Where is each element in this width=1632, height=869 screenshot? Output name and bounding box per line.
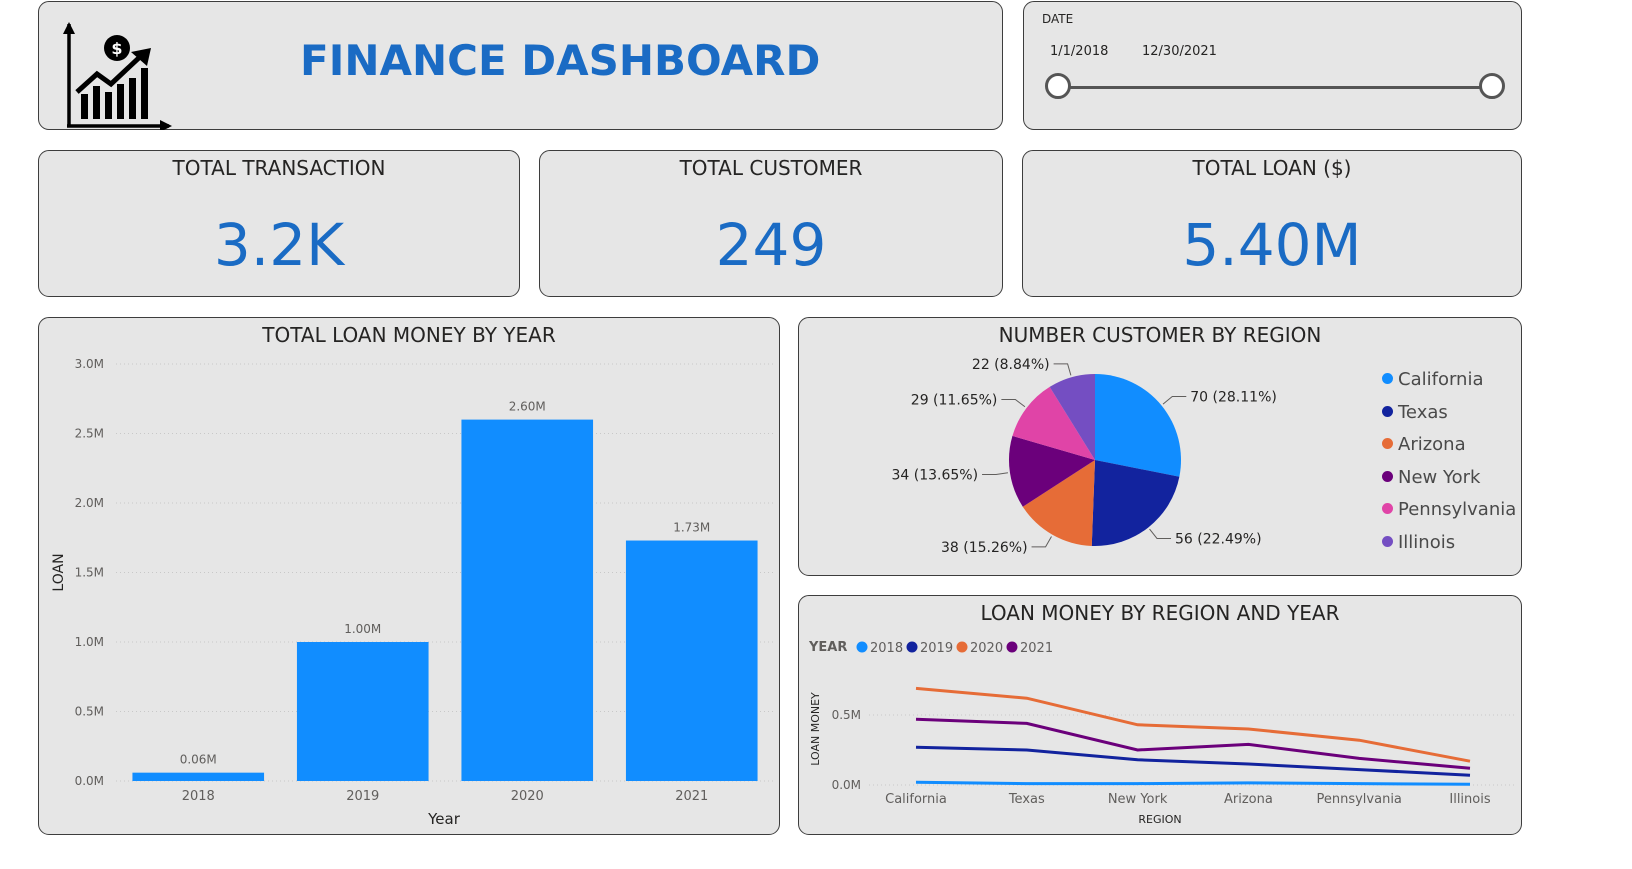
legend-dot [1382,438,1393,450]
line-chart: YEAR 2018 2019 2020 2021 0.0M 0.5M California Te… [808,640,1514,826]
legend-label: California [1398,369,1484,390]
x-tick-label: 2021 [675,789,708,804]
x-axis-title: Year [427,810,461,828]
y-tick-label: 0.0M [75,774,104,788]
pie-leader-line [982,472,1008,475]
y-tick-label: 0.0M [832,778,861,792]
x-tick-label: California [885,792,947,807]
kpi-value: 5.40M [1182,211,1362,279]
pie-data-label: 70 (28.11%) [1190,390,1277,406]
y-tick-label: 0.5M [75,705,104,719]
pie-data-label: 29 (11.65%) [911,392,998,408]
dashboard-title: FINANCE DASHBOARD [300,36,821,85]
pie-chart-card: NUMBER CUSTOMER BY REGION 70 (28.11%) 56 … [798,317,1522,576]
kpi-label: TOTAL TRANSACTION [172,156,386,180]
y-tick-label: 1.5M [75,566,104,580]
bar-chart-card: TOTAL LOAN MONEY BY YEAR 0.0M 0.5M 1.0M 1.5… [38,317,780,835]
y-tick-label: 2.5M [75,427,104,441]
legend-label: 2020 [970,641,1003,656]
x-tick-label: Illinois [1449,792,1490,807]
x-tick-label: 2018 [182,789,215,804]
x-tick-label: 2019 [346,789,379,804]
legend-item[interactable]: Pennsylvania [1382,499,1516,520]
legend-dot [856,641,868,653]
date-slicer-card: DATE 1/1/2018 12/30/2021 [1023,1,1522,130]
legend-dot [906,641,918,653]
finance-growth-icon: $ [63,22,172,130]
start-date-input[interactable]: 1/1/2018 [1044,40,1114,63]
bar-data-label: 1.73M [673,521,710,535]
y-tick-label: 2.0M [75,496,104,510]
pie-data-label: 56 (22.49%) [1175,531,1262,547]
pie-leader-line [1053,363,1072,376]
legend-item[interactable]: Arizona [1382,434,1466,455]
pie-leader-line [1031,536,1052,548]
bar-data-label: 1.00M [344,622,381,636]
y-tick-label: 1.0M [75,635,104,649]
kpi-card-total-customer: TOTAL CUSTOMER 249 [539,150,1003,297]
y-tick-label: 0.5M [832,708,861,722]
line-legend-title: YEAR [808,640,847,655]
bar [461,419,594,781]
legend-label: 2018 [870,641,903,656]
pie-leader-line [1162,396,1187,405]
y-axis-title: LOAN MONEY [809,692,822,766]
pie-leader-line [1149,528,1171,539]
x-tick-label: Arizona [1224,792,1273,807]
kpi-label: TOTAL LOAN ($) [1192,156,1352,180]
bar [296,642,429,781]
bar-data-label: 0.06M [180,753,217,767]
legend-label: Arizona [1398,434,1466,456]
x-tick-label: Texas [1008,792,1045,807]
pie-slice [1095,374,1181,477]
y-tick-label: 3.0M [75,357,104,371]
bar [625,540,758,781]
pie-data-label: 38 (15.26%) [941,540,1028,556]
kpi-value: 3.2K [213,211,345,279]
legend-label: 2019 [920,641,953,656]
legend-label: Illinois [1398,532,1456,553]
x-tick-label: New York [1108,792,1168,807]
bar [132,772,265,781]
date-slider-end-handle[interactable] [1479,73,1505,99]
date-slider-track[interactable] [1060,86,1492,89]
bar-data-label: 2.60M [509,400,546,414]
series-line [915,780,1471,786]
pie-data-label: 22 (8.84%) [972,357,1050,373]
legend-dot [1382,373,1393,384]
date-slider-start-handle[interactable] [1045,73,1071,99]
end-date-input[interactable]: 12/30/2021 [1136,40,1223,63]
legend-label: Pennsylvania [1398,499,1517,521]
bar-chart: 0.0M 0.5M 1.0M 1.5M 2.0M 2.5M 3.0M 0.06M 2018 1.0… [51,357,774,828]
legend-item[interactable]: Texas [1382,402,1448,423]
pie-leader-line [1001,398,1026,408]
kpi-card-total-transaction: TOTAL TRANSACTION 3.2K [38,150,520,297]
legend-item[interactable]: California [1382,369,1483,390]
x-axis-title: REGION [1138,813,1181,826]
date-slicer-label: DATE [1042,12,1074,26]
kpi-label: TOTAL CUSTOMER [679,156,863,180]
legend-label: Texas [1398,401,1448,423]
legend-label: 2021 [1020,641,1053,656]
legend-dot [1382,470,1393,482]
kpi-value: 249 [715,211,827,279]
legend-dot [1382,536,1393,547]
legend-item[interactable]: Illinois [1382,532,1455,553]
legend-dot [1382,405,1393,417]
legend-item[interactable]: New York [1382,467,1480,488]
x-tick-label: Pennsylvania [1316,792,1401,807]
pie-data-label: 34 (13.65%) [891,467,978,483]
legend-dot [1006,641,1018,653]
kpi-card-total-loan: TOTAL LOAN ($) 5.40M [1022,150,1522,297]
legend-dot [956,641,968,653]
legend-dot [1382,503,1393,515]
pie-chart: 70 (28.11%) 56 (22.49%) 38 (15.26%) 34 (13.… [891,357,1277,556]
x-tick-label: 2020 [511,789,544,804]
svg-text:$: $ [111,39,122,58]
line-chart-card: LOAN MONEY BY REGION AND YEAR YEAR 2018 20… [798,595,1522,835]
y-axis-title: LOAN [51,553,67,591]
legend-label: New York [1398,466,1481,488]
